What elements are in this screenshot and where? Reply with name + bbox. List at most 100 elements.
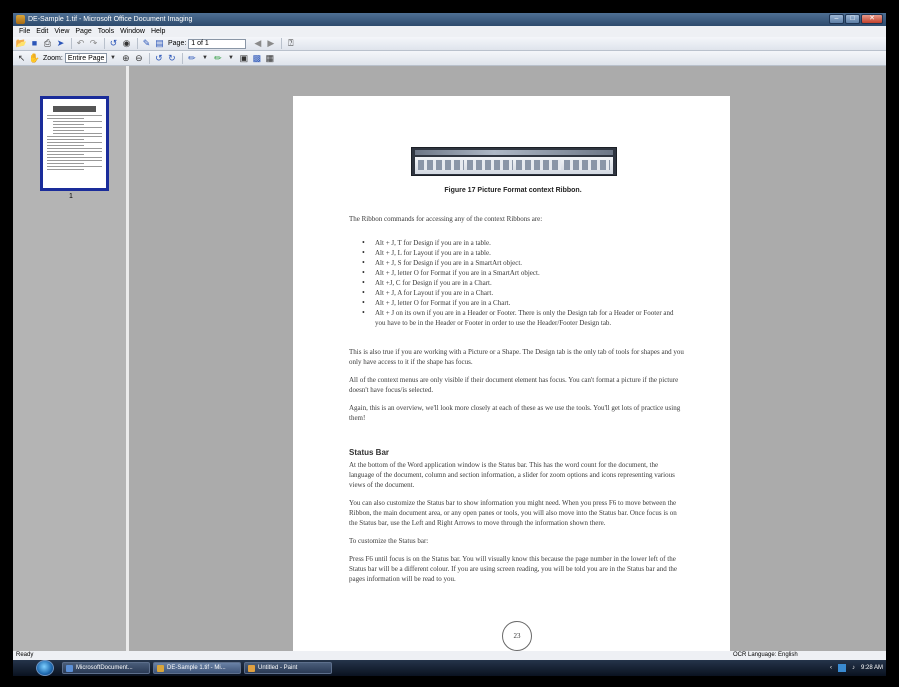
rotate-right-icon[interactable]: ↻ (166, 53, 177, 64)
maximize-icon[interactable]: □ (845, 14, 860, 24)
ribbon-screenshot-figure (411, 147, 617, 176)
menu-page[interactable]: Page (72, 26, 94, 37)
paragraph: Again, this is an overview, we'll look m… (349, 404, 681, 422)
send-to-word-icon[interactable]: ▤ (154, 38, 165, 49)
text-box-icon[interactable]: ▣ (238, 53, 249, 64)
ribbon-group (515, 160, 562, 170)
picture-icon[interactable]: ▩ (251, 53, 262, 64)
thumbnail-line (47, 145, 84, 146)
help-icon[interactable]: ⍰ (285, 38, 296, 49)
menu-bar: File Edit View Page Tools Window Help (13, 26, 886, 37)
minimize-icon[interactable]: – (829, 14, 844, 24)
next-page-icon[interactable]: ▶ (265, 38, 276, 49)
menu-window[interactable]: Window (117, 26, 148, 37)
undo-icon[interactable]: ↶ (75, 38, 86, 49)
thumbnail-line (47, 139, 84, 140)
document-viewer[interactable]: Figure 17 Picture Format context Ribbon.… (132, 66, 886, 651)
zoom-select[interactable]: Entire Page (64, 53, 108, 63)
page-label: Page: (168, 40, 187, 47)
thumbnail-line (47, 169, 84, 170)
thumbnail-line (47, 160, 102, 161)
standard-toolbar: 📂 ■ ⎙ ➤ ↶ ↷ ↺ ◉ ✎ ▤ Page: 1 of 1 ◀ ▶ ⍰ (13, 37, 886, 51)
list-item: Alt + J, A for Layout if you are in a Ch… (349, 288, 684, 298)
thumbnail-line (47, 157, 102, 158)
toolbar-divider (281, 38, 283, 49)
scan-icon[interactable]: ↺ (108, 38, 119, 49)
paint-icon (248, 665, 255, 672)
thumbnail-line (53, 127, 102, 128)
taskbar-button[interactable]: DE-Sample 1.tif - Mi... (153, 662, 241, 674)
thumbnail-line (47, 166, 102, 167)
select-pointer-icon[interactable]: ↖ (16, 53, 27, 64)
previous-page-icon[interactable]: ◀ (252, 38, 263, 49)
paragraph: At the bottom of the Word application wi… (349, 461, 675, 489)
toolbar-divider (71, 38, 72, 49)
taskbar-button[interactable]: Untitled - Paint (244, 662, 332, 674)
title-bar[interactable]: DE-Sample 1.tif - Microsoft Office Docum… (13, 13, 886, 26)
taskbar-button-label: Untitled - Paint (258, 665, 298, 671)
print-icon[interactable]: ⎙ (42, 38, 53, 49)
list-item: Alt + J, letter O for Format if you are … (349, 298, 684, 308)
highlighter-icon[interactable]: ✏ (212, 53, 223, 64)
find-icon[interactable]: ◉ (121, 38, 132, 49)
clock[interactable]: 9:28 AM (861, 662, 883, 674)
thumbnail-line (53, 130, 84, 131)
pen-icon[interactable]: ✏ (186, 53, 197, 64)
menu-help[interactable]: Help (148, 26, 168, 37)
system-tray: ‹ ♪ 9:28 AM (830, 662, 883, 674)
intro-paragraph: The Ribbon commands for accessing any of… (349, 215, 543, 223)
send-icon[interactable]: ➤ (55, 38, 66, 49)
list-item: Alt + J, T for Design if you are in a ta… (349, 238, 684, 248)
workspace: 1 Figure 17 Picture Format context Ribbo… (13, 66, 886, 651)
thumbnail-line (53, 133, 102, 134)
menu-edit[interactable]: Edit (33, 26, 51, 37)
reading-view-icon[interactable]: ▦ (264, 53, 275, 64)
recognize-text-icon[interactable]: ✎ (141, 38, 152, 49)
toolbar-divider (137, 38, 138, 49)
list-item: Alt +J, C for Design if you are in a Cha… (349, 278, 684, 288)
thumbnail-line (47, 148, 102, 149)
thumbnail-page-number: 1 (69, 193, 73, 200)
toolbar-divider (149, 52, 151, 64)
paragraph: This is also true if you are working wit… (349, 348, 684, 366)
chevron-down-icon[interactable]: ▼ (107, 53, 118, 64)
save-icon[interactable]: ■ (29, 38, 40, 49)
window-controls: – □ ✕ (829, 14, 883, 25)
zoom-in-icon[interactable]: ⊕ (120, 53, 131, 64)
paragraph: To customize the Status bar: (349, 537, 429, 545)
zoom-out-icon[interactable]: ⊖ (133, 53, 144, 64)
menu-file[interactable]: File (16, 26, 33, 37)
ribbon-group (466, 160, 513, 170)
pan-hand-icon[interactable]: ✋ (29, 53, 40, 64)
rotate-left-icon[interactable]: ↺ (153, 53, 164, 64)
thumbnail-line (47, 118, 84, 119)
ribbon-tab-strip (415, 150, 613, 155)
page-thumbnail[interactable] (40, 96, 109, 191)
chevron-left-icon[interactable]: ‹ (830, 662, 832, 674)
taskbar-button-label: DE-Sample 1.tif - Mi... (167, 665, 226, 671)
paragraph: You can also customize the Status bar to… (349, 499, 677, 527)
thumbnail-line (47, 136, 102, 137)
chevron-down-icon[interactable]: ▼ (225, 53, 236, 64)
document-page[interactable]: Figure 17 Picture Format context Ribbon.… (293, 96, 730, 651)
zoom-value: Entire Page (67, 54, 105, 62)
start-button[interactable] (36, 660, 54, 676)
list-item: Alt + J, L for Layout if you are in a ta… (349, 248, 684, 258)
list-item: Alt + J, S for Design if you are in a Sm… (349, 258, 684, 268)
annotation-toolbar: ↖ ✋ Zoom: Entire Page ▼ ⊕ ⊖ ↺ ↻ ✏ ▼ ✏ ▼ … (13, 51, 886, 66)
app-icon[interactable] (16, 15, 25, 24)
menu-tools[interactable]: Tools (95, 26, 117, 37)
redo-icon[interactable]: ↷ (88, 38, 99, 49)
toolbar-divider (104, 38, 105, 49)
list-item: Alt + J, letter O for Format if you are … (349, 268, 684, 278)
section-heading: Status Bar (349, 448, 390, 457)
document-imaging-icon (66, 665, 73, 672)
network-icon[interactable] (837, 664, 846, 672)
menu-view[interactable]: View (51, 26, 72, 37)
close-icon[interactable]: ✕ (861, 14, 883, 24)
page-field[interactable]: 1 of 1 (188, 38, 247, 49)
taskbar-button[interactable]: MicrosoftDocument... (62, 662, 150, 674)
open-icon[interactable]: 📂 (16, 38, 27, 49)
chevron-down-icon[interactable]: ▼ (199, 53, 210, 64)
volume-icon[interactable]: ♪ (852, 662, 855, 674)
